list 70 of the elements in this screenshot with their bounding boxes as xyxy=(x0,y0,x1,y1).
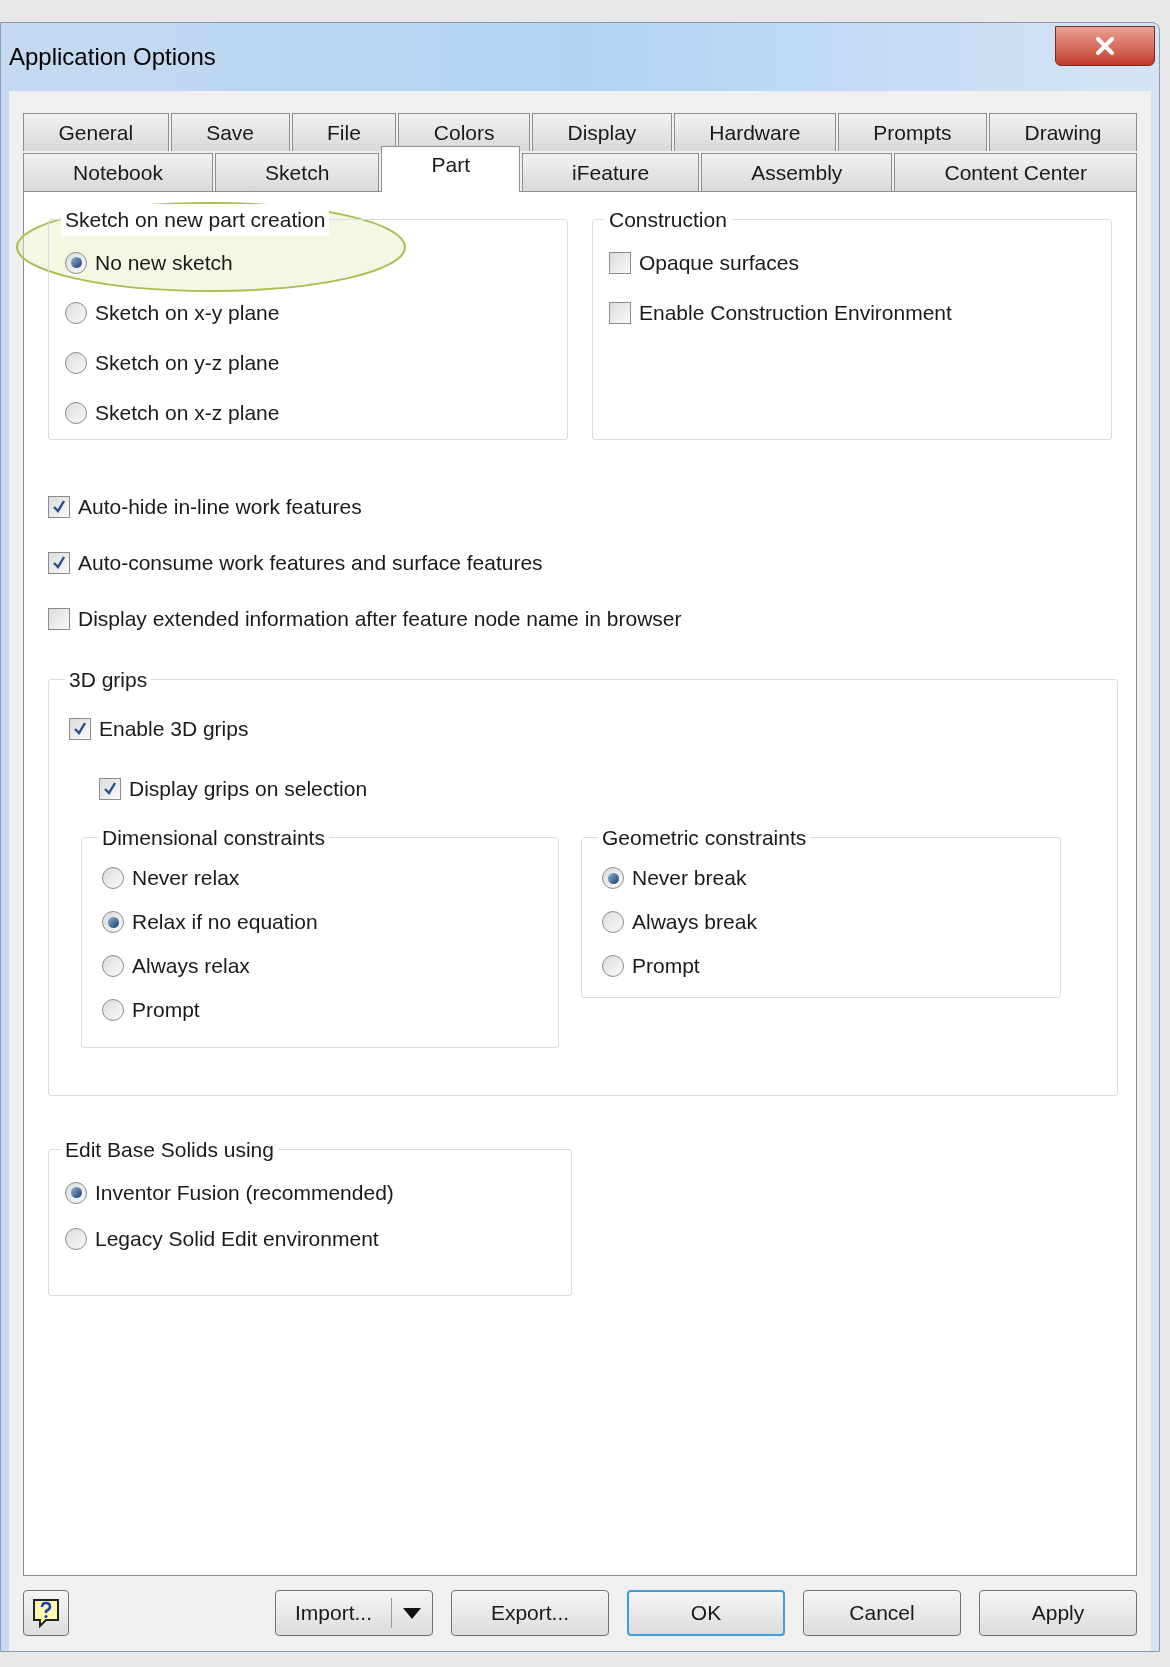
radio-label: Relax if no equation xyxy=(132,909,318,936)
radio-button[interactable] xyxy=(102,999,124,1021)
radio-label: Prompt xyxy=(632,953,700,980)
dialog-button[interactable]: Export... xyxy=(451,1590,609,1636)
radio-button[interactable] xyxy=(102,867,124,889)
checkbox[interactable] xyxy=(48,552,70,574)
group-title: Sketch on new part creation xyxy=(61,204,330,236)
tab[interactable]: Save xyxy=(170,113,290,151)
close-button[interactable] xyxy=(1055,26,1155,66)
checkbox-label: Display grips on selection xyxy=(129,775,368,802)
tab[interactable]: iFeature xyxy=(522,153,700,191)
checkbox-label: Enable 3D grips xyxy=(99,715,249,742)
dialog-button[interactable]: Apply xyxy=(979,1590,1137,1636)
checkbox[interactable] xyxy=(609,301,631,324)
radio-button[interactable] xyxy=(602,867,624,889)
radio-button[interactable] xyxy=(102,911,124,933)
tab[interactable]: Assembly xyxy=(701,153,893,191)
close-icon xyxy=(1094,37,1116,55)
radio-button[interactable] xyxy=(602,911,624,933)
checkbox-label: Opaque surfaces xyxy=(639,249,799,276)
radio-label: Always break xyxy=(632,909,757,936)
radio-button[interactable] xyxy=(65,401,87,424)
checkbox-label: Enable Construction Environment xyxy=(639,299,952,326)
radio-button[interactable] xyxy=(65,251,87,274)
tab[interactable]: File xyxy=(291,113,397,151)
checkbox[interactable] xyxy=(48,608,70,630)
radio-label: Legacy Solid Edit environment xyxy=(95,1225,379,1252)
tab[interactable]: Part xyxy=(381,146,521,192)
radio-label: Inventor Fusion (recommended) xyxy=(95,1179,394,1206)
radio-label: Sketch on x-z plane xyxy=(95,399,280,426)
tab[interactable]: Hardware xyxy=(673,113,836,151)
check-icon xyxy=(51,499,67,515)
radio-label: Sketch on y-z plane xyxy=(95,349,280,376)
checkbox[interactable] xyxy=(48,496,70,518)
radio-label: Never break xyxy=(632,865,747,892)
radio-label: Prompt xyxy=(132,997,200,1024)
dialog-button[interactable]: Import... xyxy=(275,1590,433,1636)
checkbox[interactable] xyxy=(99,777,121,800)
help-icon xyxy=(32,1598,60,1628)
check-icon xyxy=(51,555,67,571)
tab[interactable]: General xyxy=(23,113,169,151)
check-icon xyxy=(72,720,88,737)
radio-button[interactable] xyxy=(602,955,624,977)
radio-button[interactable] xyxy=(102,955,124,977)
checkbox-label: Display extended information after feature node name in browser xyxy=(78,606,682,633)
help-button[interactable] xyxy=(23,1590,69,1636)
tab[interactable]: Notebook xyxy=(23,153,214,191)
radio-button[interactable] xyxy=(65,351,87,374)
checkbox[interactable] xyxy=(69,717,91,740)
window-title: Application Options xyxy=(9,42,216,72)
radio-label: No new sketch xyxy=(95,249,233,276)
radio-label: Sketch on x-y plane xyxy=(95,299,280,326)
check-icon xyxy=(102,780,118,797)
dialog-button[interactable]: OK xyxy=(627,1590,785,1636)
tab[interactable]: Prompts xyxy=(837,113,987,151)
tab[interactable]: Drawing xyxy=(989,113,1137,151)
radio-label: Never relax xyxy=(132,865,240,892)
tab[interactable]: Sketch xyxy=(215,153,380,191)
checkbox-label: Auto-consume work features and surface features xyxy=(78,550,543,577)
radio-button[interactable] xyxy=(65,301,87,324)
tab[interactable]: Content Center xyxy=(894,153,1137,191)
checkbox-label: Auto-hide in-line work features xyxy=(78,494,362,521)
dialog-button[interactable]: Cancel xyxy=(803,1590,961,1636)
radio-button[interactable] xyxy=(65,1227,87,1250)
tab[interactable]: Colors xyxy=(398,113,530,151)
tab[interactable]: Display xyxy=(532,113,672,151)
checkbox[interactable] xyxy=(609,251,631,274)
caret-icon xyxy=(403,1607,421,1619)
radio-button[interactable] xyxy=(65,1181,87,1204)
radio-label: Always relax xyxy=(132,953,250,980)
